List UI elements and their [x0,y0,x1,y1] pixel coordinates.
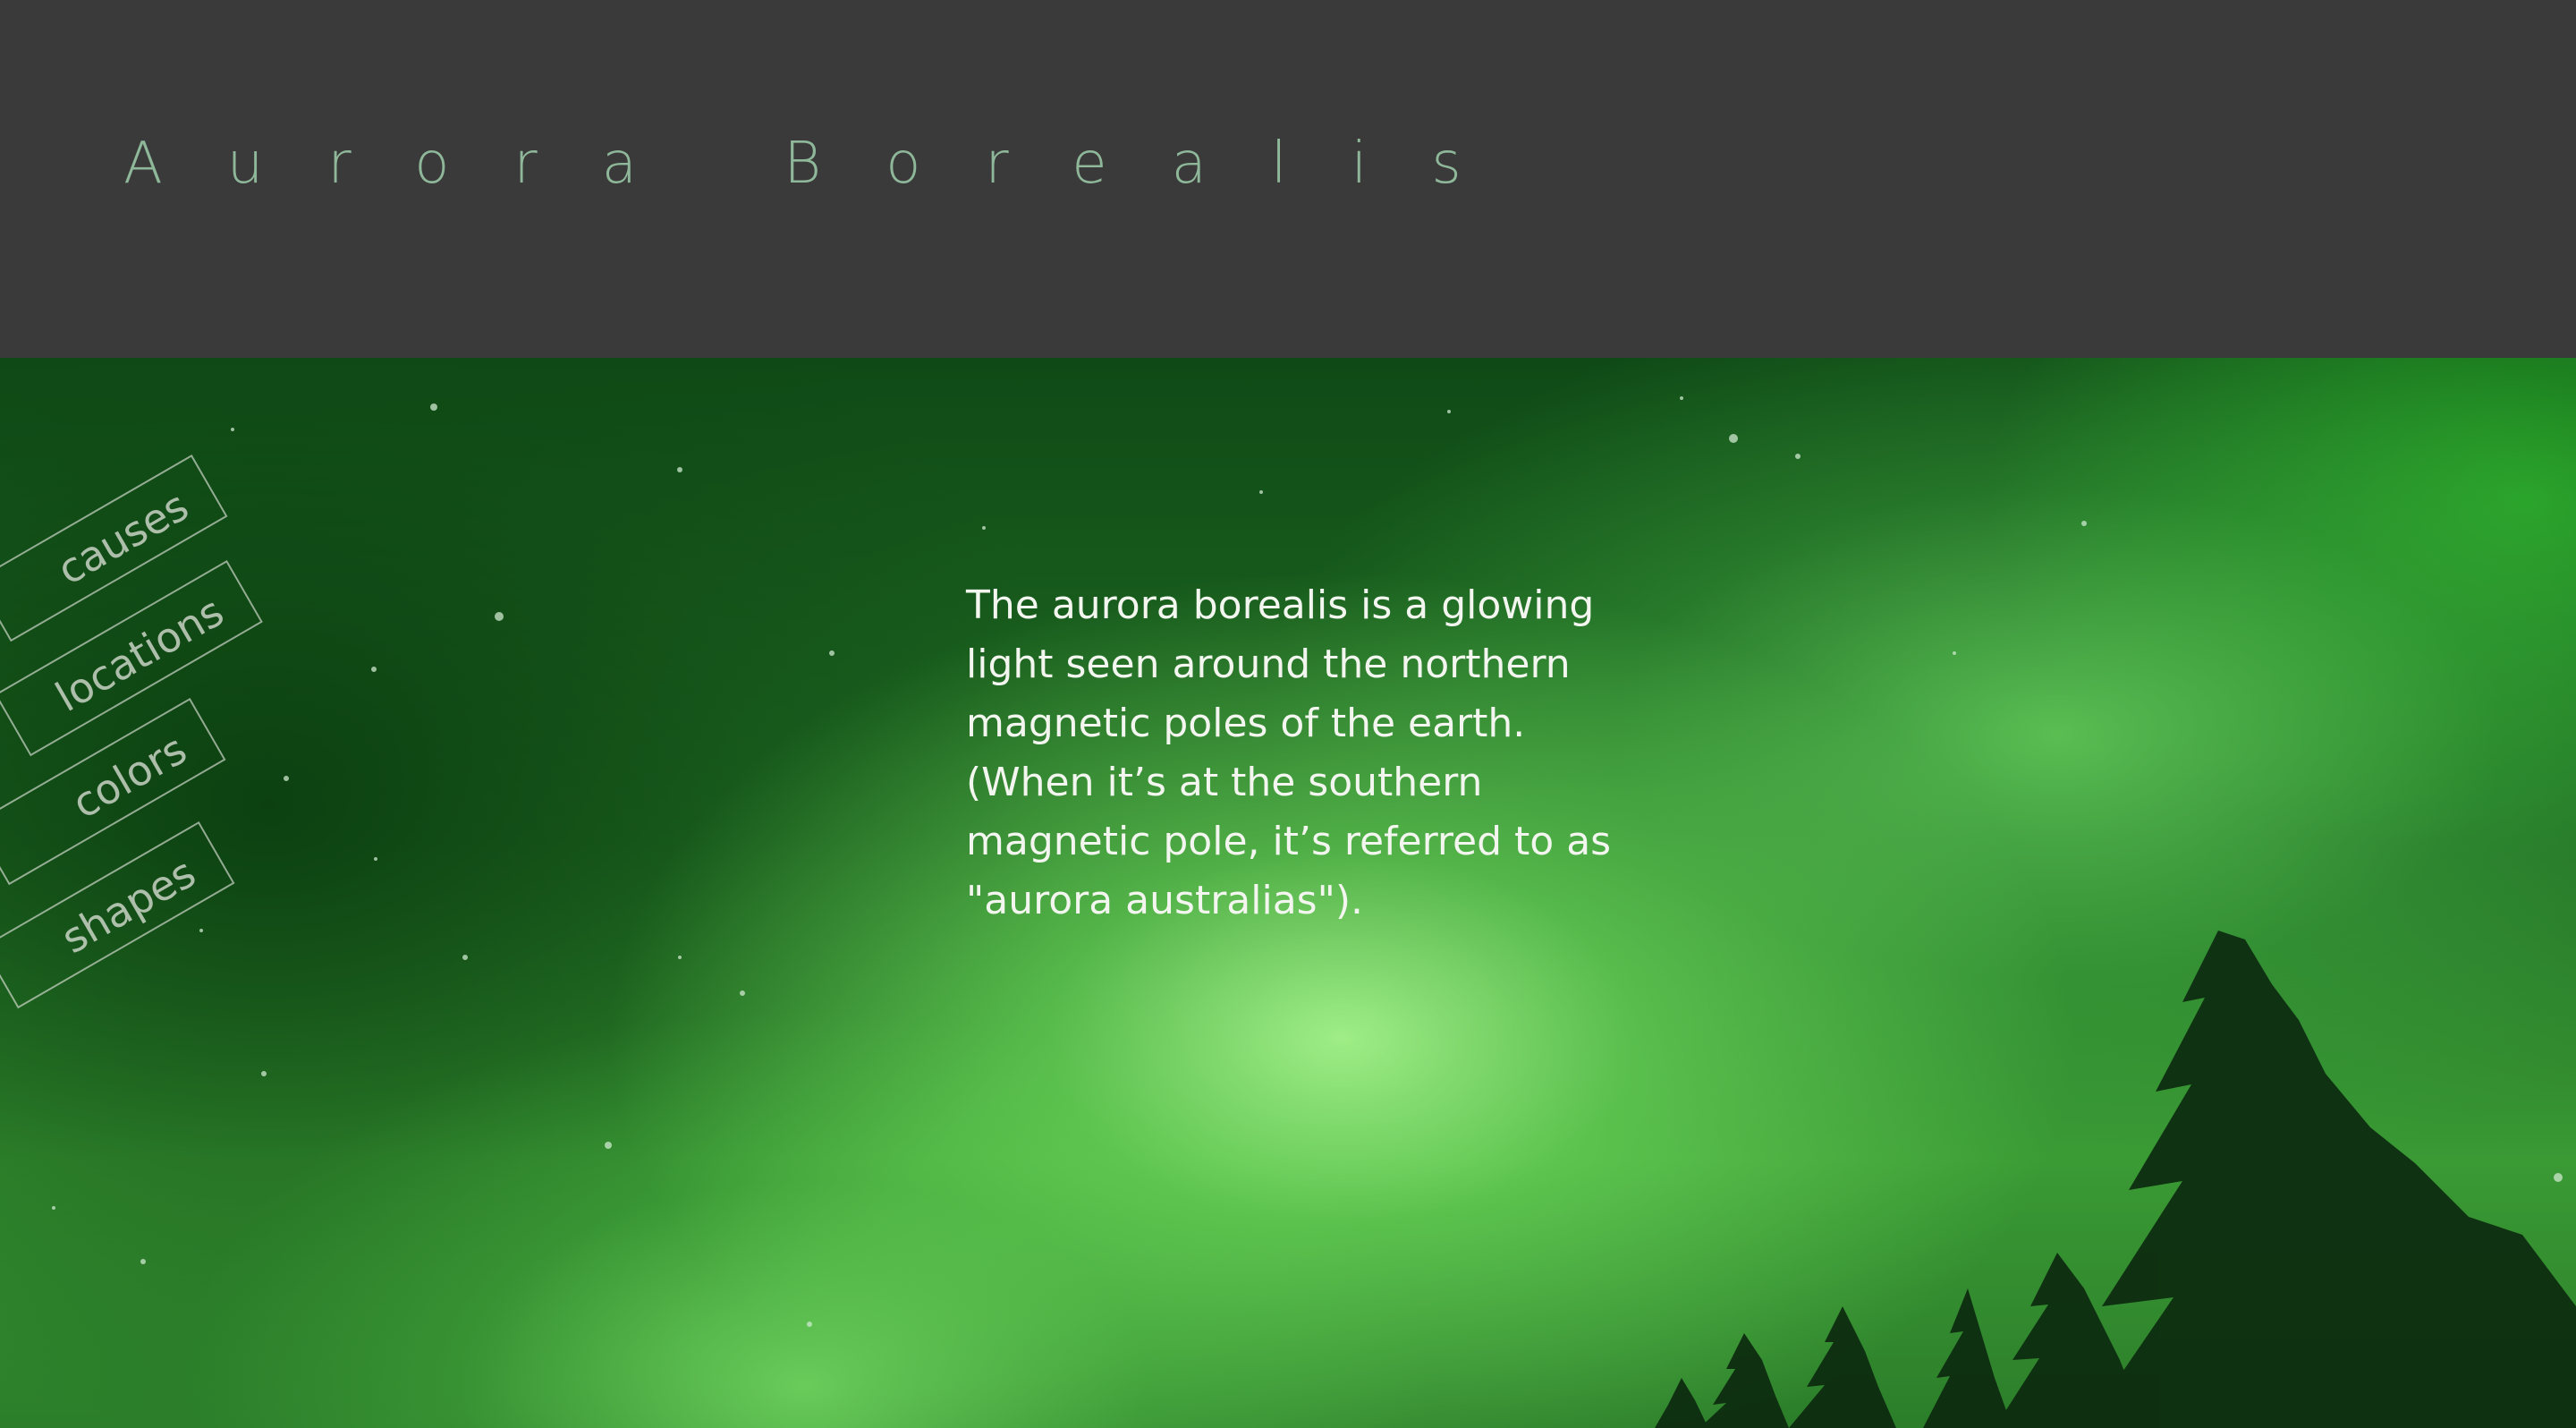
intro-paragraph: The aurora borealis is a glowing light s… [966,582,1612,923]
site-title: Aurora Borealis [123,131,1526,197]
site-header: Aurora Borealis [0,0,2576,358]
page: Aurora Borealis causes locations colors … [0,0,2576,1428]
side-nav: causes locations colors shapes [0,358,358,1163]
